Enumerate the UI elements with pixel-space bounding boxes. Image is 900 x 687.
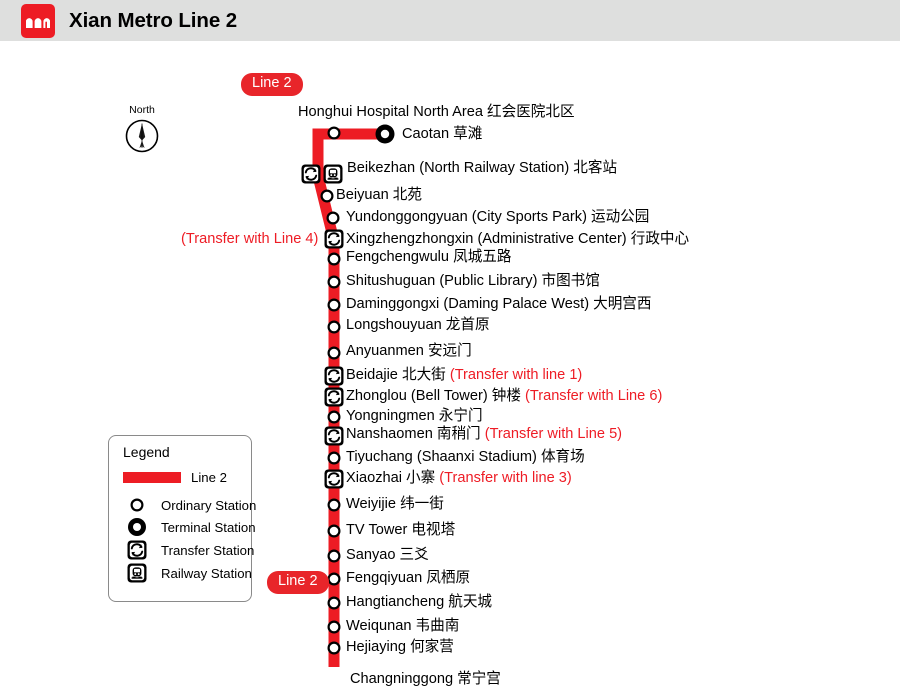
station-marker-ordinary[interactable] [327,620,341,634]
station-marker-transfer[interactable] [324,426,344,446]
station-label: Shitushuguan (Public Library) 市图书馆 [346,273,600,289]
line-swatch-icon [123,471,181,483]
railway-station-icon [121,562,153,584]
station-label: Hejiaying 何家营 [346,639,454,655]
transfer-note: (Transfer with Line 4) [181,231,319,247]
station-label: Fengchengwulu 凤城五路 [346,249,512,265]
transfer-note: (Transfer with Line 6) [524,388,663,404]
app-header: Xian Metro Line 2 [0,0,900,41]
legend-item-label: Terminal Station [161,519,256,535]
station-marker-ordinary[interactable] [327,549,341,563]
transfer-station-icon [121,539,153,561]
legend-item-label: Railway Station [161,565,252,581]
station-label: Xingzhengzhongxin (Administrative Center… [346,231,690,247]
station-marker-transfer[interactable] [324,366,344,386]
station-label: Hangtiancheng 航天城 [346,594,493,610]
page-title: Xian Metro Line 2 [69,8,238,32]
station-label: Sanyao 三爻 [346,547,429,563]
station-marker-ordinary[interactable] [327,498,341,512]
legend-item-transfer: Transfer Station [121,539,254,561]
station-label: Zhonglou (Bell Tower) 钟楼 (Transfer with … [346,388,663,404]
station-label: Beidajie 北大街 (Transfer with line 1) [346,367,583,383]
station-marker-ordinary[interactable] [326,211,340,225]
legend-item-ordinary: Ordinary Station [121,494,256,516]
station-marker-ordinary[interactable] [327,346,341,360]
station-marker-ordinary[interactable] [320,189,334,203]
station-marker-ordinary[interactable] [327,298,341,312]
station-marker-ordinary[interactable] [327,641,341,655]
line-badge-top: Line 2 [241,73,303,96]
station-label: Beiyuan 北苑 [336,187,422,203]
station-marker-ordinary[interactable] [327,572,341,586]
legend-title: Legend [123,444,170,460]
legend-item-label: Transfer Station [161,542,255,558]
legend-item-terminal: Terminal Station [121,516,256,538]
station-marker-ordinary[interactable] [327,126,341,140]
station-label: Changninggong 常宁宫 [350,671,501,687]
station-marker-terminal[interactable] [375,124,395,144]
station-marker-transfer[interactable] [324,229,344,249]
terminal-station-icon [121,516,153,538]
legend-item-railway: Railway Station [121,562,252,584]
station-label: Fengqiyuan 凤栖原 [346,570,471,586]
station-label: Weiqunan 韦曲南 [346,618,460,634]
station-marker-ordinary[interactable] [327,596,341,610]
station-label: Caotan 草滩 [402,126,483,142]
station-label: Honghui Hospital North Area 红会医院北区 [298,104,575,120]
station-label: Tiyuchang (Shaanxi Stadium) 体育场 [346,449,585,465]
legend-item-label: Line 2 [191,469,227,485]
station-label: Weiyijie 纬一街 [346,496,444,512]
compass-label: North [129,104,155,116]
station-marker-ordinary[interactable] [327,451,341,465]
compass-needle-icon [125,119,159,153]
station-label: Yundonggongyuan (City Sports Park) 运动公园 [346,209,650,225]
station-label: Longshouyuan 龙首原 [346,317,490,333]
station-label: Nanshaomen 南稍门 (Transfer with Line 5) [346,426,623,442]
line-badge-bottom: Line 2 [267,571,329,594]
transfer-note: (Transfer with line 3) [439,470,572,486]
station-marker-ordinary[interactable] [327,320,341,334]
transfer-station-icon [301,164,321,184]
compass: North [112,104,172,159]
transfer-note: (Transfer with line 1) [449,367,583,383]
station-marker-transfer[interactable] [324,469,344,489]
metro-map-canvas: North Line 2 Line 2 Honghui Hospital Nor… [0,41,900,686]
railway-station-icon [323,164,343,184]
legend-item-label: Ordinary Station [161,497,257,513]
station-marker-ordinary[interactable] [327,524,341,538]
station-label: Yongningmen 永宁门 [346,408,483,424]
station-marker-ordinary[interactable] [327,410,341,424]
ordinary-station-icon [121,494,153,516]
metro-logo-icon [21,3,55,38]
station-marker-ordinary[interactable] [327,252,341,266]
station-marker-transfer[interactable] [324,387,344,407]
station-label: Xiaozhai 小寨 (Transfer with line 3) [346,470,572,486]
legend-box: Legend Line 2 Ordinary Station Terminal St… [108,435,256,602]
transfer-note: (Transfer with Line 5) [484,426,623,442]
station-label: TV Tower 电视塔 [346,522,456,538]
station-marker-ordinary[interactable] [327,275,341,289]
station-label: Daminggongxi (Daming Palace West) 大明宫西 [346,296,652,312]
station-label: Beikezhan (North Railway Station) 北客站 [347,160,618,176]
legend-item-line: Line 2 [121,466,227,488]
station-label: Anyuanmen 安远门 [346,343,472,359]
